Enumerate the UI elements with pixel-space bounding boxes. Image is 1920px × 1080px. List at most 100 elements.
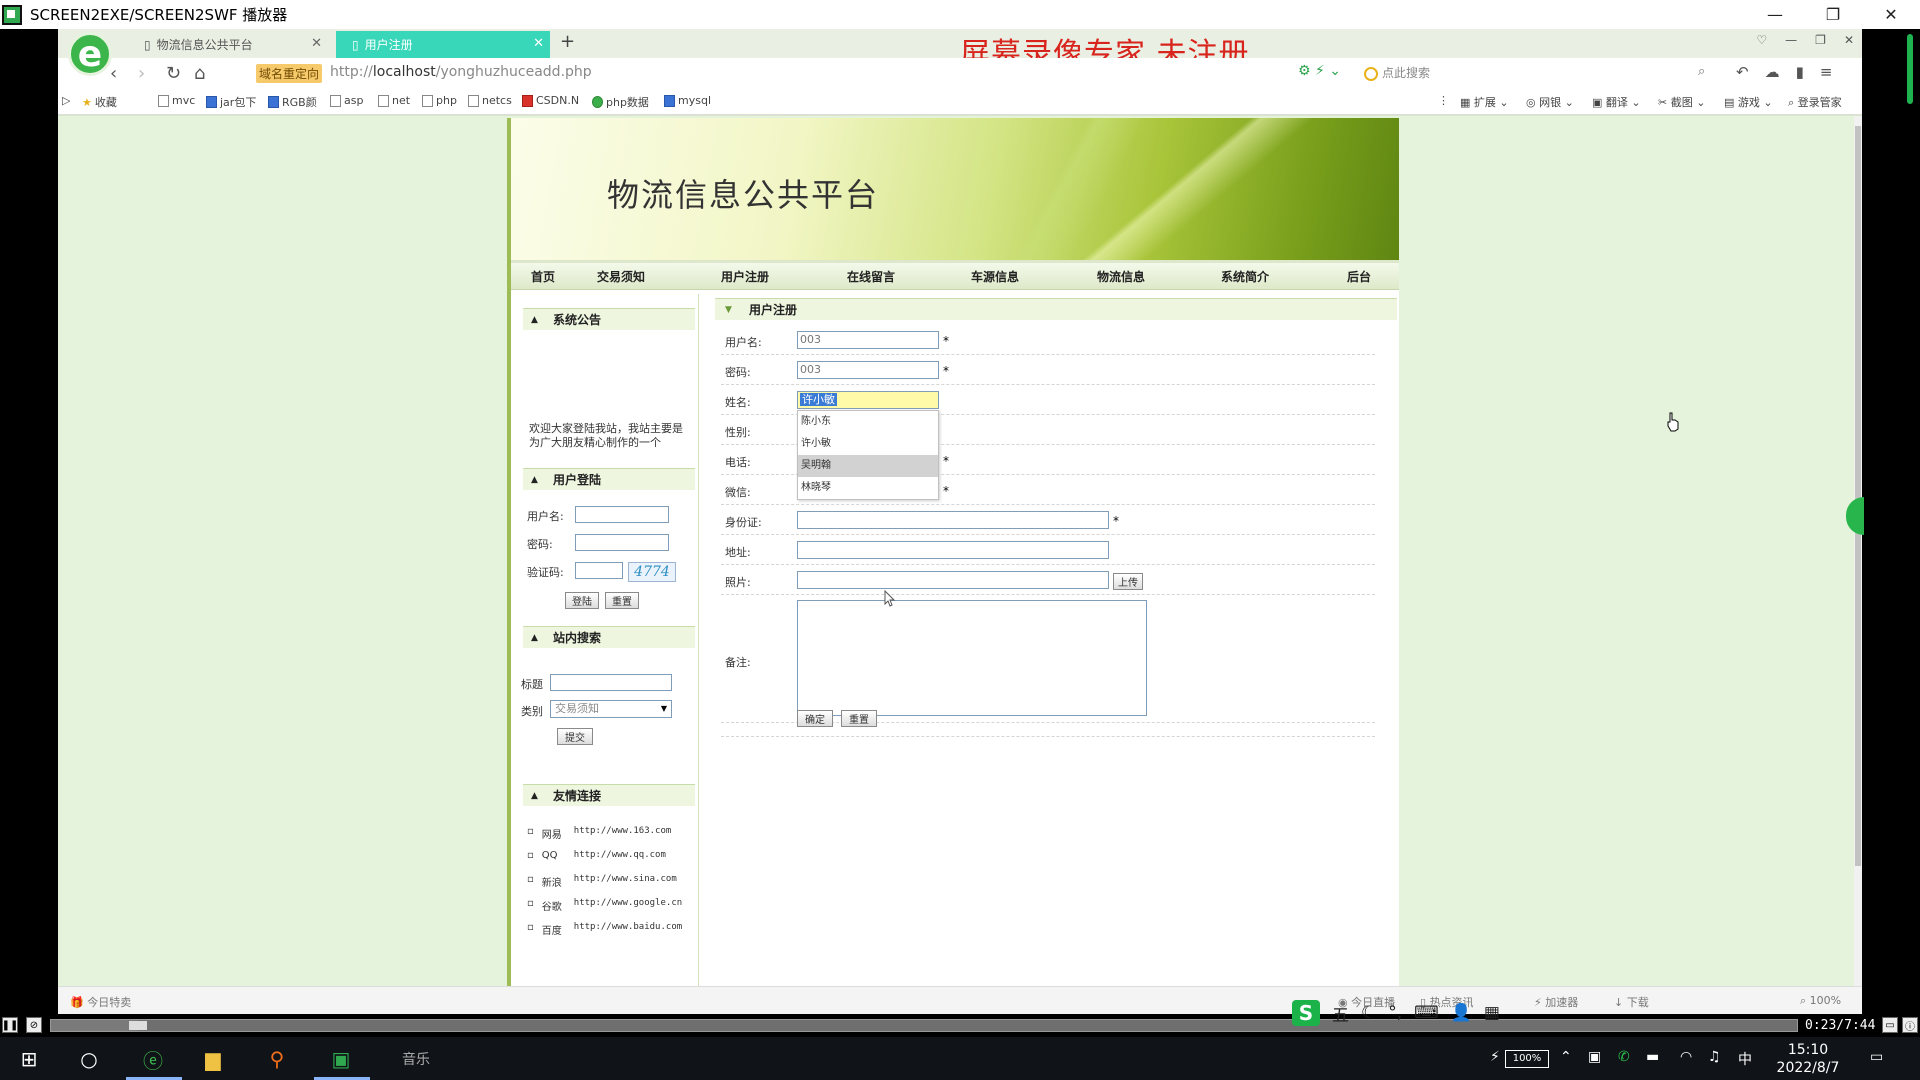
- bookmark-netcs[interactable]: netcs: [468, 94, 512, 107]
- bookmark-asp[interactable]: asp: [330, 94, 363, 107]
- idcard-input[interactable]: [797, 511, 1109, 529]
- bookmark-rgb[interactable]: RGB颜: [268, 94, 317, 110]
- ime-language[interactable]: 中: [1738, 1049, 1752, 1069]
- volume-icon[interactable]: ♫: [1708, 1049, 1721, 1065]
- camera-icon[interactable]: ▣: [1588, 1049, 1601, 1065]
- tab-platform[interactable]: ▯ 物流信息公共平台 ✕: [128, 31, 328, 58]
- menu-vehicles[interactable]: 车源信息: [971, 268, 1019, 285]
- bookmark-mvc[interactable]: mvc: [158, 94, 195, 107]
- browser-restore-icon[interactable]: ❐: [1815, 33, 1826, 47]
- menu-logistics[interactable]: 物流信息: [1097, 268, 1145, 285]
- search-icon[interactable]: ⌕: [1698, 64, 1705, 79]
- translate-button[interactable]: ▣ 翻译 ⌄: [1592, 94, 1641, 110]
- upload-button[interactable]: 上传: [1113, 573, 1143, 590]
- redirect-badge[interactable]: 域名重定向: [256, 64, 322, 83]
- autocomplete-item-highlighted[interactable]: 吴明翰: [798, 455, 938, 477]
- apps-icon[interactable]: ▦: [1484, 1003, 1500, 1023]
- friend-link[interactable]: ▫ 谷歌 http://www.google.cn: [527, 898, 682, 913]
- extensions-button[interactable]: ▦ 扩展 ⌄: [1460, 94, 1509, 110]
- remark-textarea[interactable]: [797, 600, 1147, 716]
- bookmark-mysql[interactable]: mysql: [664, 94, 711, 107]
- wifi-icon[interactable]: ◠: [1680, 1049, 1692, 1065]
- browser-minimize-icon[interactable]: —: [1785, 33, 1797, 47]
- browser-logo-icon[interactable]: e: [68, 32, 112, 76]
- skin-icon[interactable]: ♡: [1756, 33, 1767, 47]
- close-icon[interactable]: ✕: [1862, 0, 1920, 29]
- autocomplete-item[interactable]: 陈小东: [798, 411, 938, 433]
- form-reset-button[interactable]: 重置: [841, 710, 877, 727]
- menu-trade-notice[interactable]: 交易须知: [597, 268, 645, 285]
- restore-icon[interactable]: ❐: [1804, 0, 1862, 29]
- friend-link[interactable]: ▫ 网易 http://www.163.com: [527, 826, 671, 841]
- fullscreen-icon[interactable]: ▭: [1882, 1017, 1898, 1033]
- windows-start-icon[interactable]: ⊞: [14, 1044, 44, 1074]
- login-password-input[interactable]: [575, 534, 669, 551]
- search-title-input[interactable]: [550, 674, 672, 691]
- search-app-icon[interactable]: ⚲: [262, 1044, 292, 1074]
- zoom-level[interactable]: ⌕ 100%: [1800, 994, 1841, 1008]
- stop-icon[interactable]: ⊘: [26, 1017, 42, 1033]
- moon-icon[interactable]: ☾: [1361, 1003, 1376, 1023]
- login-button[interactable]: 登陆: [565, 592, 599, 609]
- undo-icon[interactable]: ↶: [1736, 63, 1749, 81]
- progress-knob[interactable]: [128, 1021, 147, 1030]
- browser-close-icon[interactable]: ✕: [1844, 33, 1854, 47]
- menu-register[interactable]: 用户注册: [721, 268, 769, 285]
- user-icon[interactable]: 👤: [1451, 1003, 1472, 1023]
- bank-button[interactable]: ◎ 网银 ⌄: [1526, 94, 1574, 110]
- home-icon[interactable]: ⌂: [194, 63, 205, 84]
- punctuation-icon[interactable]: °,: [1388, 1003, 1402, 1023]
- username-input[interactable]: 003: [797, 331, 939, 349]
- menu-home[interactable]: 首页: [531, 268, 555, 285]
- confirm-button[interactable]: 确定: [797, 710, 833, 727]
- search-input[interactable]: 点此搜索: [1360, 62, 1720, 84]
- login-username-input[interactable]: [575, 506, 669, 523]
- new-tab-icon[interactable]: +: [560, 31, 575, 52]
- bookmark-csdn[interactable]: CSDN.N: [522, 94, 579, 107]
- menu-messages[interactable]: 在线留言: [847, 268, 895, 285]
- tab-close-icon[interactable]: ✕: [311, 36, 322, 51]
- back-icon[interactable]: ‹: [110, 63, 117, 84]
- cloud-icon[interactable]: ☁: [1765, 63, 1780, 81]
- clock[interactable]: 15:10 2022/8/7: [1768, 1041, 1848, 1077]
- friend-link[interactable]: ▫ QQ http://www.qq.com: [527, 850, 666, 861]
- search-submit-button[interactable]: 提交: [557, 728, 593, 745]
- menu-admin[interactable]: 后台: [1347, 268, 1371, 285]
- power-icon[interactable]: ⚡: [1490, 1049, 1500, 1065]
- bookmark-icon[interactable]: ▮: [1796, 63, 1804, 81]
- url-input[interactable]: http://localhost/yonghuzhuceadd.php: [330, 64, 592, 80]
- forward-icon[interactable]: ›: [138, 63, 145, 84]
- photo-input[interactable]: [797, 571, 1109, 589]
- toolbar-dots-icon[interactable]: ⋮: [1438, 94, 1449, 107]
- tray-expand-icon[interactable]: ⌃: [1560, 1049, 1572, 1065]
- menu-icon[interactable]: ≡: [1820, 63, 1833, 81]
- browser-taskbar-icon[interactable]: ⓔ: [138, 1044, 168, 1074]
- page-scrollbar[interactable]: [1854, 116, 1862, 986]
- captcha-image[interactable]: 4774: [628, 562, 676, 582]
- bookmark-jar[interactable]: jar包下: [206, 94, 256, 110]
- file-explorer-icon[interactable]: ▆: [198, 1044, 228, 1074]
- accelerator-button[interactable]: ⚡ 加速器: [1534, 994, 1578, 1010]
- wechat-icon[interactable]: ✆: [1618, 1049, 1630, 1065]
- tab-close-icon[interactable]: ✕: [533, 36, 544, 51]
- bookmark-php-data[interactable]: php数据: [592, 94, 649, 110]
- login-manager-button[interactable]: ⌕ 登录管家: [1788, 94, 1842, 110]
- games-button[interactable]: ▤ 游戏 ⌄: [1724, 94, 1773, 110]
- pause-icon[interactable]: ❚❚: [2, 1017, 18, 1033]
- scrollbar-thumb[interactable]: [1855, 126, 1861, 866]
- friend-link[interactable]: ▫ 新浪 http://www.sina.com: [527, 874, 677, 889]
- menu-about[interactable]: 系统简介: [1221, 268, 1269, 285]
- deals-link[interactable]: 🎁 今日特卖: [70, 994, 131, 1010]
- bookmarks-toggle-icon[interactable]: ▷: [62, 94, 70, 107]
- player-taskbar-icon[interactable]: ▣: [326, 1044, 356, 1074]
- password-input[interactable]: 003: [797, 361, 939, 379]
- battery-tray-icon[interactable]: ▬: [1646, 1049, 1659, 1065]
- captcha-input[interactable]: [575, 562, 623, 579]
- security-icon[interactable]: ⚙ ⚡ ⌄: [1298, 63, 1341, 79]
- ime-mode[interactable]: 五: [1332, 1001, 1349, 1026]
- search-type-select[interactable]: 交易须知: [550, 700, 672, 718]
- bookmark-net[interactable]: net: [378, 94, 410, 107]
- bookmark-php[interactable]: php: [422, 94, 457, 107]
- battery-indicator[interactable]: 100%: [1505, 1050, 1549, 1068]
- download-button[interactable]: ↓ 下载: [1614, 994, 1649, 1010]
